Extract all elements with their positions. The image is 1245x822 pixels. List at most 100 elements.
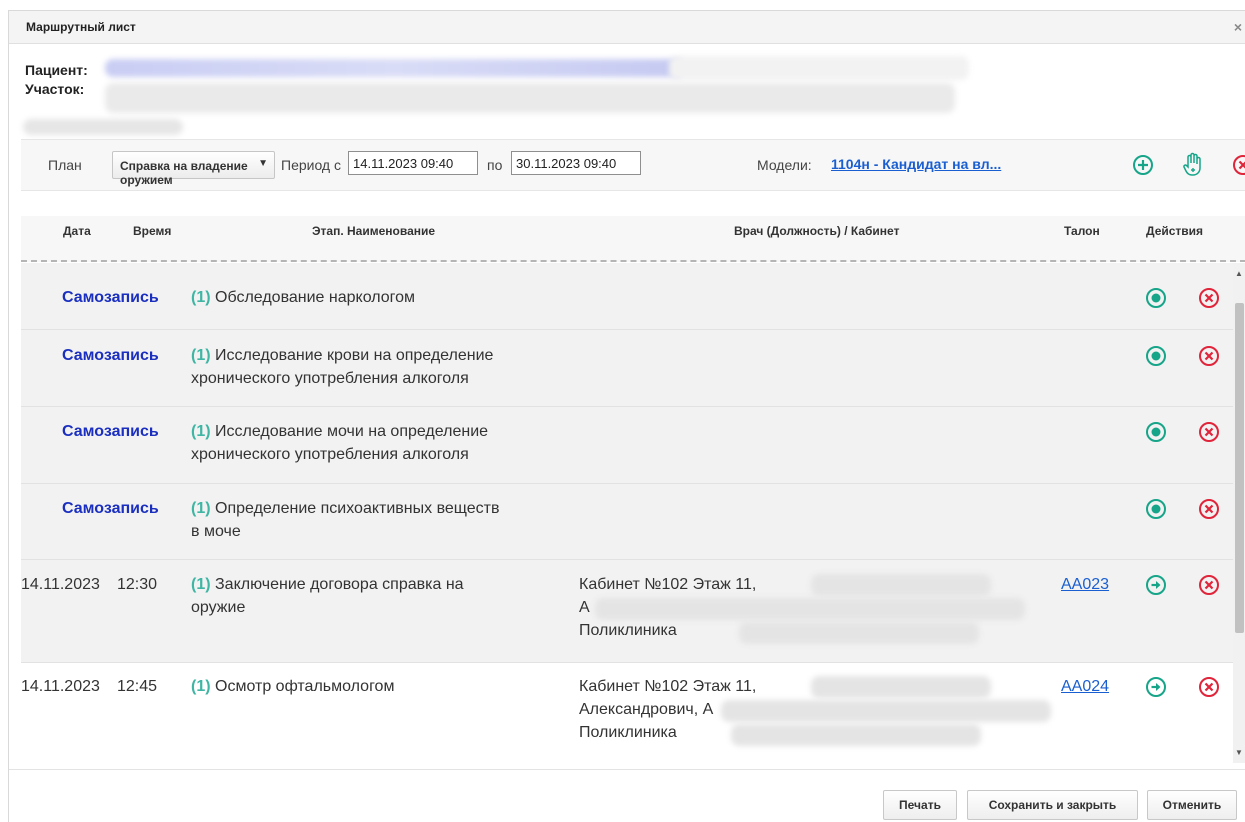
stage-name: (1) Осмотр офтальмологом xyxy=(191,675,394,698)
patient-extra-redacted xyxy=(669,56,969,80)
district-extra-redacted xyxy=(23,119,183,135)
stage-name: (1) Обследование наркологом xyxy=(191,286,415,309)
table-row: Самозапись (1) Определение психоактивных… xyxy=(21,484,1233,560)
stage-title-line: Исследование крови на определение xyxy=(215,347,494,364)
stage-title-line: Заключение договора справка на xyxy=(215,576,464,593)
cabinet-line: Кабинет №102 Этаж 11, xyxy=(579,678,757,695)
clinic-redacted xyxy=(739,622,979,644)
delete-row-icon[interactable] xyxy=(1198,676,1220,703)
close-icon[interactable]: × xyxy=(1234,19,1242,35)
scroll-down-icon[interactable]: ▼ xyxy=(1235,748,1243,757)
period-to-input[interactable] xyxy=(511,151,641,175)
plan-label: План xyxy=(48,157,82,173)
delete-row-icon[interactable] xyxy=(1198,498,1220,525)
doctor-redacted xyxy=(811,574,991,596)
cancel-button[interactable]: Отменить xyxy=(1147,790,1237,820)
doctor-redacted xyxy=(595,598,1025,620)
stage-name: (1) Заключение договора справка на оружи… xyxy=(191,573,464,619)
stage-number: (1) xyxy=(191,289,211,306)
record-radio-icon[interactable] xyxy=(1145,421,1167,448)
models-link[interactable]: 1104н - Кандидат на вл... xyxy=(831,156,1001,172)
clinic-line: Поликлиника xyxy=(579,622,677,639)
doctor-line: Александрович, А xyxy=(579,701,714,718)
print-button[interactable]: Печать xyxy=(883,790,957,820)
clinic-line: Поликлиника xyxy=(579,724,677,741)
self-record-link[interactable]: Самозапись xyxy=(62,286,159,309)
doctor-line: А xyxy=(579,599,590,616)
clinic-redacted xyxy=(731,724,981,746)
chevron-down-icon: ▼ xyxy=(258,158,268,169)
cabinet-line: Кабинет №102 Этаж 11, xyxy=(579,576,757,593)
row-date: 14.11.2023 xyxy=(21,576,100,593)
column-time[interactable]: Время xyxy=(133,224,171,238)
arrow-right-icon[interactable] xyxy=(1145,676,1167,703)
self-record-link[interactable]: Самозапись xyxy=(62,420,159,443)
delete-row-icon[interactable] xyxy=(1198,421,1220,448)
patient-label: Пациент: xyxy=(25,62,88,78)
talon-link[interactable]: АА023 xyxy=(1061,573,1109,596)
plan-select[interactable]: Справка на владение оружием ▼ xyxy=(112,151,275,187)
column-doctor[interactable]: Врач (Должность) / Кабинет xyxy=(734,224,899,238)
stage-number: (1) xyxy=(191,500,211,517)
stage-title-line: Исследование мочи на определение xyxy=(215,423,489,440)
dialog-titlebar: Маршрутный лист × xyxy=(9,11,1245,44)
stage-number: (1) xyxy=(191,347,211,364)
patient-name-redacted xyxy=(105,59,685,77)
stage-number: (1) xyxy=(191,423,211,440)
table-row: Самозапись (1) Обследование наркологом xyxy=(21,263,1233,330)
table-header: Дата Время Этап. Наименование Врач (Долж… xyxy=(21,216,1245,262)
patient-info: Пациент: Участок: xyxy=(25,61,88,99)
scroll-thumb[interactable] xyxy=(1235,303,1244,633)
doctor-redacted xyxy=(721,700,1051,722)
talon-link[interactable]: АА024 xyxy=(1061,675,1109,698)
stage-title-line: хронического употребления алкоголя xyxy=(191,446,469,463)
stage-title-line: хронического употребления алкоголя xyxy=(191,370,469,387)
table-row: Самозапись (1) Исследование мочи на опре… xyxy=(21,407,1233,484)
add-circle-icon[interactable] xyxy=(1132,154,1154,181)
column-stage[interactable]: Этап. Наименование xyxy=(312,224,435,238)
record-radio-icon[interactable] xyxy=(1145,498,1167,525)
column-actions[interactable]: Действия xyxy=(1146,224,1203,238)
stage-number: (1) xyxy=(191,678,211,695)
period-from-label: Период с xyxy=(281,157,341,173)
stage-title-line: Определение психоактивных веществ xyxy=(215,500,500,517)
row-time: 12:30 xyxy=(117,576,158,593)
save-close-button[interactable]: Сохранить и закрыть xyxy=(967,790,1138,820)
stage-title-line: в моче xyxy=(191,523,241,540)
self-record-link[interactable]: Самозапись xyxy=(62,497,159,520)
column-date[interactable]: Дата xyxy=(63,224,91,238)
row-date: 14.11.2023 xyxy=(21,678,100,695)
route-sheet-dialog: Маршрутный лист × Пациент: Участок: План… xyxy=(8,10,1245,822)
stage-title-line: оружие xyxy=(191,599,246,616)
record-radio-icon[interactable] xyxy=(1145,287,1167,314)
arrow-right-icon[interactable] xyxy=(1145,574,1167,601)
delete-plan-icon[interactable] xyxy=(1232,154,1245,181)
record-radio-icon[interactable] xyxy=(1145,345,1167,372)
stage-title-line: Осмотр офтальмологом xyxy=(215,678,395,695)
district-label: Участок: xyxy=(25,81,85,97)
stage-number: (1) xyxy=(191,576,211,593)
table-row: 14.11.2023 12:30 (1) Заключение договора… xyxy=(21,560,1233,663)
delete-row-icon[interactable] xyxy=(1198,345,1220,372)
route-table-body: Самозапись (1) Обследование наркологом С… xyxy=(21,263,1233,763)
table-row: 14.11.2023 12:45 (1) Осмотр офтальмолого… xyxy=(21,663,1233,763)
hand-icon[interactable] xyxy=(1182,152,1204,181)
self-record-link[interactable]: Самозапись xyxy=(62,344,159,367)
stage-title-line: Обследование наркологом xyxy=(215,289,416,306)
period-from-input[interactable] xyxy=(348,151,478,175)
stage-name: (1) Исследование мочи на определение хро… xyxy=(191,420,488,466)
plan-select-value: Справка на владение оружием xyxy=(120,159,248,187)
plan-toolbar: План Справка на владение оружием ▼ Перио… xyxy=(21,139,1245,191)
column-talon[interactable]: Талон xyxy=(1064,224,1100,238)
scroll-up-icon[interactable]: ▲ xyxy=(1235,269,1243,278)
dialog-title: Маршрутный лист xyxy=(26,20,136,34)
district-value-redacted xyxy=(105,83,955,113)
table-scrollbar[interactable]: ▲ ▼ xyxy=(1233,263,1245,763)
delete-row-icon[interactable] xyxy=(1198,287,1220,314)
table-row: Самозапись (1) Исследование крови на опр… xyxy=(21,330,1233,407)
delete-row-icon[interactable] xyxy=(1198,574,1220,601)
stage-name: (1) Исследование крови на определение хр… xyxy=(191,344,493,390)
dialog-footer: Печать Сохранить и закрыть Отменить xyxy=(9,769,1245,822)
stage-name: (1) Определение психоактивных веществ в … xyxy=(191,497,500,543)
models-label: Модели: xyxy=(757,157,812,173)
